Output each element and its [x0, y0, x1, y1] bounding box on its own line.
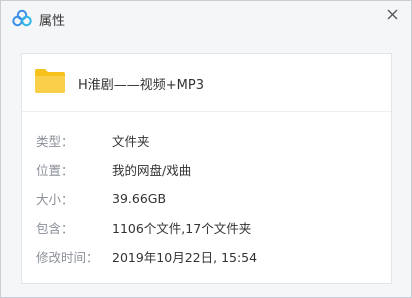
folder-icon	[34, 68, 66, 94]
property-label: 位置：	[36, 163, 74, 178]
properties-panel: H淮剧——视频+MP3 类型： 文件夹 位置： 我的网盘/戏曲 大小： 39.6…	[21, 53, 392, 284]
properties-dialog: 属性 H淮剧——视频+MP3 类型： 文件夹 位置： 我的网盘/戏曲 大小： 3…	[0, 0, 412, 298]
cloud-logo-icon	[12, 9, 32, 27]
property-value: 2019年10月22日, 15:54	[112, 250, 258, 265]
property-row-modified: 修改时间： 2019年10月22日, 15:54	[22, 242, 391, 271]
property-row-location: 位置： 我的网盘/戏曲	[22, 155, 391, 184]
property-label: 包含：	[36, 221, 74, 236]
property-label: 修改时间：	[36, 250, 99, 265]
property-row-size: 大小： 39.66GB	[22, 184, 391, 213]
close-button[interactable]	[383, 5, 401, 23]
property-row-type: 类型： 文件夹	[22, 126, 391, 155]
property-list: 类型： 文件夹 位置： 我的网盘/戏曲 大小： 39.66GB 包含： 1106…	[22, 126, 391, 271]
property-label: 大小：	[36, 192, 74, 207]
divider	[22, 111, 391, 112]
folder-name: H淮剧——视频+MP3	[78, 78, 204, 93]
property-value: 1106个文件,17个文件夹	[112, 221, 252, 236]
dialog-title: 属性	[39, 14, 66, 29]
property-row-contains: 包含： 1106个文件,17个文件夹	[22, 213, 391, 242]
property-label: 类型：	[36, 134, 74, 149]
close-icon	[387, 9, 397, 19]
property-value: 我的网盘/戏曲	[112, 163, 192, 178]
file-header: H淮剧——视频+MP3	[22, 54, 391, 111]
title-bar: 属性	[1, 1, 411, 37]
property-value: 39.66GB	[112, 191, 167, 206]
property-value: 文件夹	[112, 134, 150, 149]
